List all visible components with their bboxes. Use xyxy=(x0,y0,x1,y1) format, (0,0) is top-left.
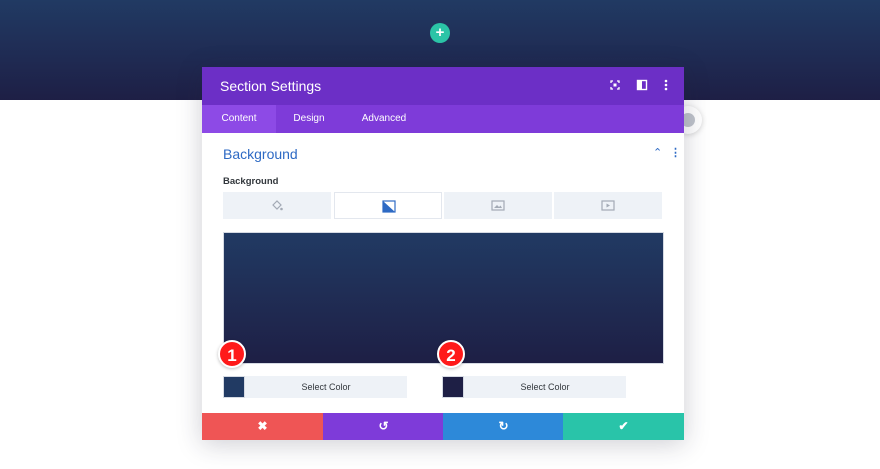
save-button[interactable]: ✔ xyxy=(563,413,684,440)
background-field-label: Background xyxy=(223,176,279,187)
end-color-swatch[interactable] xyxy=(442,376,464,398)
undo-button[interactable]: ↺ xyxy=(323,413,444,440)
cancel-button[interactable]: ✖ xyxy=(202,413,323,440)
video-icon xyxy=(601,200,615,211)
modal-footer: ✖ ↺ ↻ ✔ xyxy=(202,413,684,440)
background-type-tabs xyxy=(223,192,663,219)
split-view-icon[interactable] xyxy=(635,78,649,92)
fullscreen-icon[interactable] xyxy=(608,78,622,92)
background-section-title[interactable]: Background xyxy=(223,146,298,162)
modal-title: Section Settings xyxy=(220,78,322,94)
bg-type-color-tab[interactable] xyxy=(223,192,331,219)
add-row-button[interactable]: + xyxy=(430,23,450,43)
annotation-badge-1: 1 xyxy=(218,340,246,368)
bg-type-image-tab[interactable] xyxy=(444,192,552,219)
image-icon xyxy=(491,200,505,211)
chevron-up-icon[interactable]: ⌃ xyxy=(653,146,662,159)
section-more-icon[interactable]: ⋮ xyxy=(670,146,681,159)
color-icon xyxy=(272,200,283,211)
more-options-icon[interactable] xyxy=(659,78,673,92)
select-start-color-button[interactable]: Select Color xyxy=(245,376,407,398)
section-settings-modal: Section Settings Content Design Advanced… xyxy=(202,67,684,440)
tab-content[interactable]: Content xyxy=(202,105,276,133)
select-end-color-button[interactable]: Select Color xyxy=(464,376,626,398)
tab-advanced[interactable]: Advanced xyxy=(342,105,426,133)
bg-type-gradient-tab[interactable] xyxy=(334,192,442,219)
bg-type-video-tab[interactable] xyxy=(554,192,662,219)
tab-design[interactable]: Design xyxy=(276,105,342,133)
start-color-swatch[interactable] xyxy=(223,376,245,398)
annotation-badge-2: 2 xyxy=(437,340,465,368)
gradient-icon xyxy=(382,200,396,213)
settings-tabs: Content Design Advanced xyxy=(202,105,684,133)
redo-button[interactable]: ↻ xyxy=(443,413,564,440)
modal-header: Section Settings xyxy=(202,67,684,105)
